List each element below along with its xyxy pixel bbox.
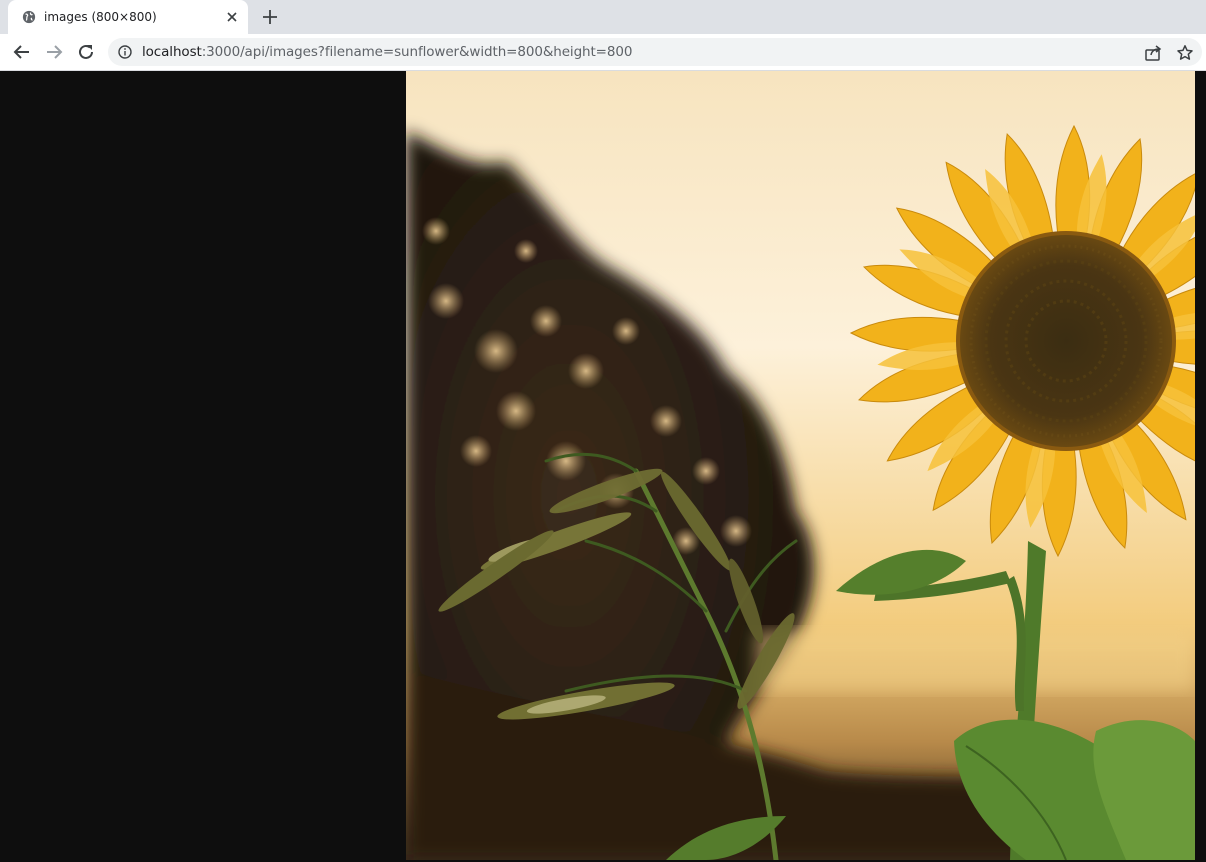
tab-title: images (800×800) <box>44 10 157 24</box>
forward-arrow-icon[interactable] <box>42 40 66 64</box>
reload-icon[interactable] <box>74 40 98 64</box>
sunflower-photo-graphic <box>406 71 1195 860</box>
browser-window: images (800×800) localhost:3000/api/imag… <box>0 0 1206 862</box>
toolbar: localhost:3000/api/images?filename=sunfl… <box>0 34 1206 71</box>
address-bar[interactable]: localhost:3000/api/images?filename=sunfl… <box>108 38 1202 66</box>
tab-strip: images (800×800) <box>0 0 1206 34</box>
close-icon[interactable] <box>225 10 239 24</box>
new-tab-plus-icon[interactable] <box>258 6 282 28</box>
globe-icon <box>22 10 36 24</box>
url-path: :3000/api/images?filename=sunflower&widt… <box>201 44 633 60</box>
url-text[interactable]: localhost:3000/api/images?filename=sunfl… <box>142 44 632 60</box>
star-icon[interactable] <box>1176 44 1194 62</box>
page-viewport <box>0 71 1206 862</box>
info-icon[interactable] <box>118 45 132 59</box>
sunflower-image[interactable] <box>406 71 1195 860</box>
back-arrow-icon[interactable] <box>10 40 34 64</box>
tab-active[interactable]: images (800×800) <box>8 0 248 34</box>
share-icon[interactable] <box>1144 44 1162 62</box>
url-host: localhost <box>142 44 202 60</box>
